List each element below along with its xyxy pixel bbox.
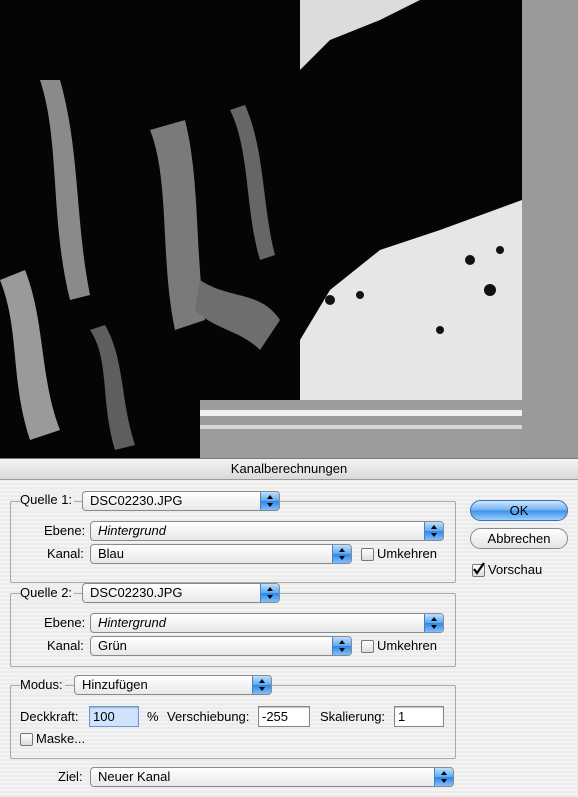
popup-arrows-icon bbox=[252, 676, 271, 694]
source1-label: Quelle 1: bbox=[20, 490, 75, 510]
opacity-label: Deckkraft: bbox=[20, 709, 79, 724]
source2-channel-popup[interactable]: Grün bbox=[90, 636, 352, 656]
popup-arrows-icon bbox=[424, 614, 443, 632]
source1-channel-label: Kanal: bbox=[47, 546, 84, 561]
preview-checkbox[interactable] bbox=[472, 562, 485, 577]
dialog-title: Kanalberechnungen bbox=[0, 459, 578, 480]
popup-arrows-icon bbox=[332, 545, 351, 563]
offset-input[interactable]: -255 bbox=[258, 706, 310, 727]
mode-label: Modus: bbox=[20, 675, 65, 695]
result-label: Ziel: bbox=[58, 769, 83, 784]
popup-arrows-icon bbox=[434, 768, 453, 786]
canvas-gutter bbox=[522, 0, 578, 458]
popup-arrows-icon bbox=[332, 637, 351, 655]
preview-label: Vorschau bbox=[488, 562, 543, 577]
source2-channel-value: Grün bbox=[98, 638, 127, 653]
offset-label: Verschiebung: bbox=[167, 709, 250, 724]
opacity-input[interactable]: 100 bbox=[89, 706, 139, 727]
result-value: Neuer Kanal bbox=[98, 769, 171, 784]
scale-input[interactable]: 1 bbox=[394, 706, 444, 727]
scale-label: Skalierung: bbox=[320, 709, 386, 724]
mode-value: Hinzufügen bbox=[82, 677, 148, 692]
source2-layer-label: Ebene: bbox=[44, 615, 86, 630]
source1-layer-label: Ebene: bbox=[44, 523, 86, 538]
source1-group bbox=[10, 501, 456, 583]
source1-channel-popup[interactable]: Blau bbox=[90, 544, 352, 564]
cancel-button[interactable]: Abbrechen bbox=[470, 528, 568, 549]
percent-label: % bbox=[147, 709, 159, 724]
source2-invert-checkbox[interactable] bbox=[361, 640, 374, 653]
source1-invert-checkbox[interactable] bbox=[361, 548, 374, 561]
source1-file-popup[interactable]: DSC02230.JPG bbox=[82, 491, 280, 511]
source2-channel-label: Kanal: bbox=[47, 638, 84, 653]
mode-popup[interactable]: Hinzufügen bbox=[74, 675, 272, 695]
calculations-dialog: Kanalberechnungen Quelle 1: DSC02230.JPG… bbox=[0, 458, 578, 797]
popup-arrows-icon bbox=[260, 584, 279, 602]
source2-label: Quelle 2: bbox=[20, 583, 75, 603]
popup-arrows-icon bbox=[260, 492, 279, 510]
source1-layer-value: Hintergrund bbox=[98, 523, 166, 538]
mask-checkbox[interactable] bbox=[20, 733, 33, 746]
document-image bbox=[0, 0, 522, 458]
source1-layer-popup[interactable]: Hintergrund bbox=[90, 521, 444, 541]
source1-file-value: DSC02230.JPG bbox=[90, 493, 183, 508]
ok-button[interactable]: OK bbox=[470, 500, 568, 521]
mask-label: Maske... bbox=[36, 731, 86, 746]
source2-layer-popup[interactable]: Hintergrund bbox=[90, 613, 444, 633]
tree-photo bbox=[0, 0, 522, 458]
source2-file-popup[interactable]: DSC02230.JPG bbox=[82, 583, 280, 603]
source2-layer-value: Hintergrund bbox=[98, 615, 166, 630]
result-popup[interactable]: Neuer Kanal bbox=[90, 767, 454, 787]
popup-arrows-icon bbox=[424, 522, 443, 540]
checkmark-icon bbox=[473, 562, 485, 575]
source2-invert-label: Umkehren bbox=[377, 638, 437, 653]
source1-channel-value: Blau bbox=[98, 546, 125, 561]
source2-file-value: DSC02230.JPG bbox=[90, 585, 183, 600]
source1-invert-label: Umkehren bbox=[377, 546, 437, 561]
